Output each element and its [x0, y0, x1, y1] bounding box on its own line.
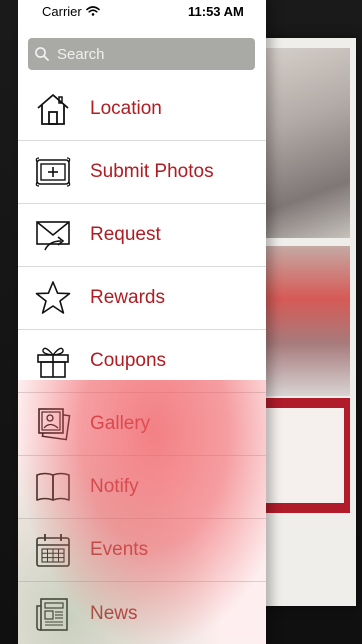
menu-item-request[interactable]: Request	[18, 204, 266, 267]
menu-item-label: Location	[90, 98, 162, 119]
menu-item-label: Gallery	[90, 413, 151, 434]
book-icon	[35, 469, 71, 505]
status-time: 11:53 AM	[188, 3, 244, 19]
status-bar: Carrier 11:53 AM	[36, 0, 266, 22]
menu-list: Location Submit Photos Request Rewards C…	[18, 78, 266, 644]
menu-item-submit-photos[interactable]: Submit Photos	[18, 141, 266, 204]
gift-icon	[35, 343, 71, 379]
carrier-info: Carrier	[42, 4, 100, 19]
house-icon	[35, 91, 71, 127]
wifi-icon	[85, 6, 100, 16]
menu-item-rewards[interactable]: Rewards	[18, 267, 266, 330]
menu-item-notify[interactable]: Notify	[18, 456, 266, 519]
star-icon	[35, 280, 71, 316]
photos-icon	[35, 406, 71, 442]
menu-item-news[interactable]: News	[18, 582, 266, 644]
menu-item-coupons[interactable]: Coupons	[18, 330, 266, 393]
menu-item-label: Coupons	[90, 350, 167, 371]
menu-item-label: Submit Photos	[90, 161, 214, 182]
menu-item-location[interactable]: Location	[18, 78, 266, 141]
envelope-arrow-icon	[35, 217, 71, 253]
menu-item-label: Request	[90, 224, 161, 245]
newspaper-icon	[35, 596, 71, 632]
side-drawer: Carrier 11:53 AM Search Location Submit …	[18, 0, 266, 644]
menu-item-label: News	[90, 602, 138, 624]
menu-item-gallery[interactable]: Gallery	[18, 393, 266, 456]
background-image-3-inner	[264, 408, 344, 503]
carrier-label: Carrier	[42, 3, 82, 19]
calendar-icon	[35, 532, 71, 568]
framed-plus-icon	[35, 154, 71, 190]
search-icon	[34, 46, 50, 62]
menu-item-label: Notify	[90, 476, 139, 497]
menu-item-label: Rewards	[90, 287, 165, 308]
search-input[interactable]	[55, 44, 249, 64]
menu-item-label: Events	[90, 539, 149, 560]
search-bar[interactable]	[28, 38, 255, 70]
menu-item-events[interactable]: Events	[18, 519, 266, 582]
